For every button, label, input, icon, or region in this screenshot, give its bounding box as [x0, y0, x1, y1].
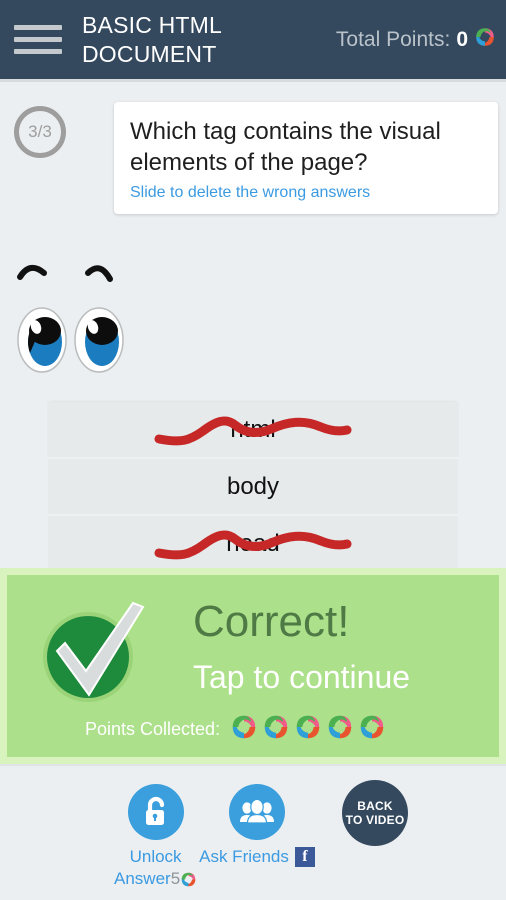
answer-option-label: body [226, 472, 280, 500]
total-points-value: 0 [456, 27, 468, 51]
answer-option-label: html [230, 415, 276, 443]
answer-option-row[interactable]: head [48, 516, 458, 573]
unlock-answer-label: Unlock Answer5 [114, 846, 197, 891]
unlock-answer-label-line2: Answer [114, 869, 171, 888]
hamburger-bar [14, 25, 62, 30]
answer-option-row[interactable]: html [48, 402, 458, 459]
answer-option-label: head [226, 529, 280, 557]
cartoon-eyes-face [17, 264, 124, 373]
question-text: Which tag contains the visual elements o… [130, 118, 441, 176]
result-title: Correct! [193, 597, 350, 646]
hamburger-bar [14, 49, 62, 54]
result-banner-panel: Correct! Tap to continue Points Collecte… [7, 575, 499, 757]
back-to-video-label-line1: BACK [357, 799, 393, 813]
question-bubble: Which tag contains the visual elements o… [114, 102, 498, 214]
back-to-video-circle: BACK TO VIDEO [342, 780, 408, 846]
result-subtitle: Tap to continue [193, 659, 411, 695]
total-points: Total Points: 0 [336, 26, 496, 53]
swirl-points-icon [358, 713, 386, 746]
page-title: BASIC HTML DOCUMENT [82, 11, 222, 67]
swirl-points-icon [180, 869, 197, 891]
app-header: BASIC HTML DOCUMENT Total Points: 0 [0, 0, 506, 79]
unlock-answer-label-line1: Unlock [129, 847, 182, 866]
swirl-points-icon [326, 713, 354, 746]
unlock-answer-circle [127, 784, 184, 840]
answer-list: html body head [48, 402, 458, 573]
question-progress-badge: 3/3 [14, 106, 66, 158]
unlock-answer-button[interactable]: Unlock Answer5 [114, 784, 197, 891]
ask-friends-label: Ask Friends [199, 847, 289, 866]
header-divider [0, 79, 506, 82]
back-to-video-button[interactable]: BACK TO VIDEO [342, 780, 408, 846]
bottom-action-bar: Unlock Answer5 Ask Friends f BACK TO VID… [0, 764, 506, 900]
open-padlock-icon [145, 796, 164, 825]
result-banner[interactable]: Correct! Tap to continue Points Collecte… [0, 568, 506, 764]
green-check-badge-icon [43, 601, 145, 702]
total-points-label: Total Points: [335, 27, 451, 51]
ask-friends-label-row: Ask Friends f [199, 846, 315, 868]
back-to-video-label-line2: TO VIDEO [345, 813, 405, 827]
people-group-icon [240, 798, 274, 824]
swirl-points-icon [262, 713, 290, 746]
unlock-answer-cost: 5 [170, 869, 181, 888]
hamburger-bar [14, 37, 62, 42]
bottom-bar-divider [0, 764, 506, 766]
swirl-points-icon [474, 26, 496, 53]
ask-friends-circle [229, 784, 285, 840]
points-collected: Points Collected: [85, 713, 386, 746]
ask-friends-button[interactable]: Ask Friends f [196, 784, 318, 868]
points-collected-label: Points Collected: [85, 719, 221, 739]
answer-option-row[interactable]: body [48, 459, 458, 516]
hamburger-menu-icon[interactable] [14, 25, 62, 54]
swirl-points-icon [294, 713, 322, 746]
facebook-icon[interactable]: f [294, 847, 315, 867]
question-hint: Slide to delete the wrong answers [130, 184, 371, 201]
swirl-points-icon [230, 713, 258, 746]
